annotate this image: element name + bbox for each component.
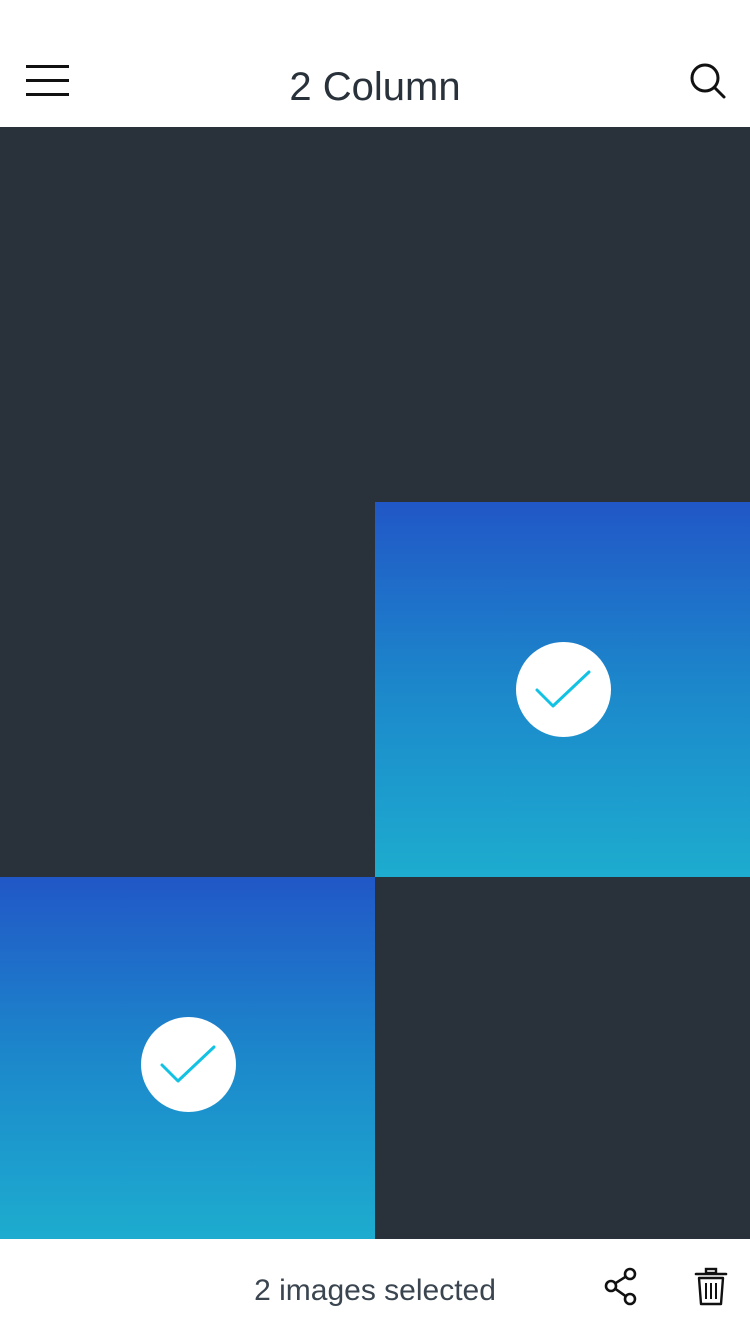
gallery-screen: 2 Column 2 images selected (0, 0, 750, 1334)
checkmark-icon (160, 1045, 216, 1082)
image-tile[interactable] (375, 127, 750, 502)
image-grid (0, 127, 750, 1239)
image-tile[interactable] (0, 502, 375, 877)
image-tile-selected[interactable] (0, 877, 375, 1239)
selection-badge (140, 1017, 236, 1112)
selection-badge (515, 642, 611, 737)
image-tile-selected[interactable] (375, 502, 750, 877)
checkmark-icon (535, 670, 591, 707)
search-icon[interactable] (689, 62, 727, 100)
trash-icon[interactable] (694, 1267, 728, 1307)
image-tile[interactable] (0, 127, 375, 502)
share-icon[interactable] (603, 1267, 641, 1307)
page-title: 2 Column (289, 65, 461, 109)
selection-action-bar: 2 images selected (0, 1239, 750, 1334)
image-tile[interactable] (375, 877, 750, 1239)
top-nav-bar: 2 Column (0, 0, 750, 127)
